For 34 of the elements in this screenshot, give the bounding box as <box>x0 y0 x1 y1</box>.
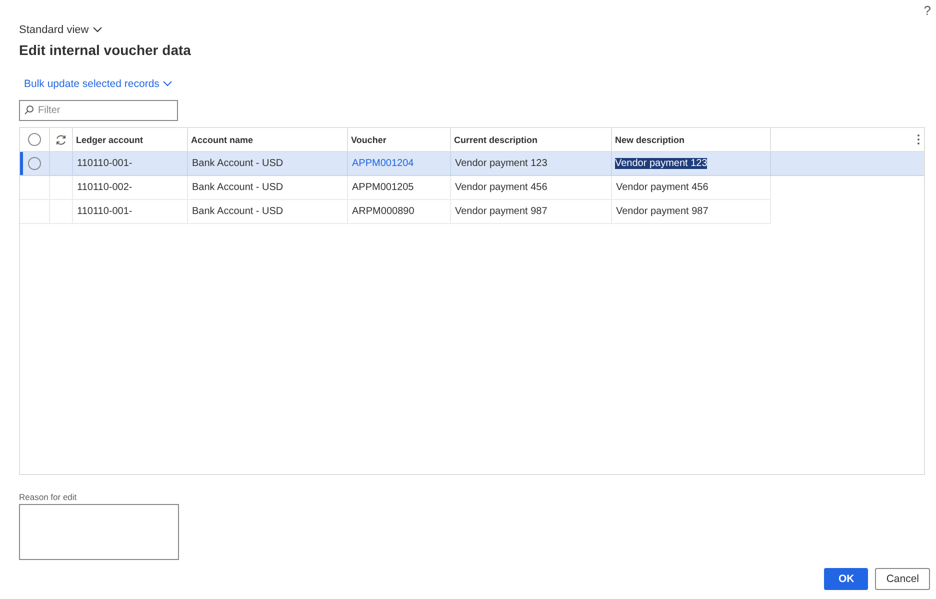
chevron-down-icon <box>163 81 172 87</box>
more-options-icon[interactable] <box>917 134 920 145</box>
cancel-button[interactable]: Cancel <box>875 568 930 590</box>
table-cell: Bank Account - USD <box>188 152 348 176</box>
table-cell: Vendor payment 456 <box>615 182 708 193</box>
help-button[interactable]: ? <box>924 3 931 18</box>
table-cell: APPM001205 <box>348 176 451 200</box>
table-row[interactable]: 110110-001- Bank Account - USD APPM001204 Vendor payment 123 Vendor payment 123 <box>20 152 924 176</box>
table-cell: Vendor payment 987 <box>451 200 612 224</box>
refresh-icon[interactable] <box>55 134 67 146</box>
bulk-update-menu[interactable]: Bulk update selected records <box>19 78 178 90</box>
table-cell: Vendor payment 123 <box>451 152 612 176</box>
table-cell: Vendor payment 987 <box>615 206 708 217</box>
reason-field[interactable] <box>19 504 179 560</box>
select-all-checkbox[interactable] <box>28 133 41 146</box>
chevron-down-icon <box>92 27 102 33</box>
table-cell: 110110-001- <box>73 200 188 224</box>
filter-field[interactable]: Filter <box>19 100 178 121</box>
field-label: Reason for edit <box>19 492 78 502</box>
voucher-link[interactable]: APPM001204 <box>348 152 451 176</box>
selected-cell-text[interactable]: Vendor payment 123 <box>615 158 708 169</box>
table-row[interactable]: 110110-001- Bank Account - USD ARPM000890 Vendor payment 987 Vendor payment 987 <box>20 200 924 224</box>
table-cell: Vendor payment 456 <box>451 176 612 200</box>
row-select-radio[interactable] <box>28 157 41 170</box>
search-icon <box>24 105 34 115</box>
table-cell: ARPM000890 <box>348 200 451 224</box>
page-title: Edit internal voucher data <box>19 42 192 58</box>
ok-button[interactable]: OK <box>824 568 868 590</box>
table-cell: 110110-002- <box>73 176 188 200</box>
table-cell: Bank Account - USD <box>188 176 348 200</box>
table-cell: 110110-001- <box>73 152 188 176</box>
view-selector[interactable]: Standard view <box>19 24 102 36</box>
table-cell: Bank Account - USD <box>188 200 348 224</box>
table-row[interactable]: 110110-002- Bank Account - USD APPM001205 Vendor payment 456 Vendor payment 456 <box>20 176 924 200</box>
